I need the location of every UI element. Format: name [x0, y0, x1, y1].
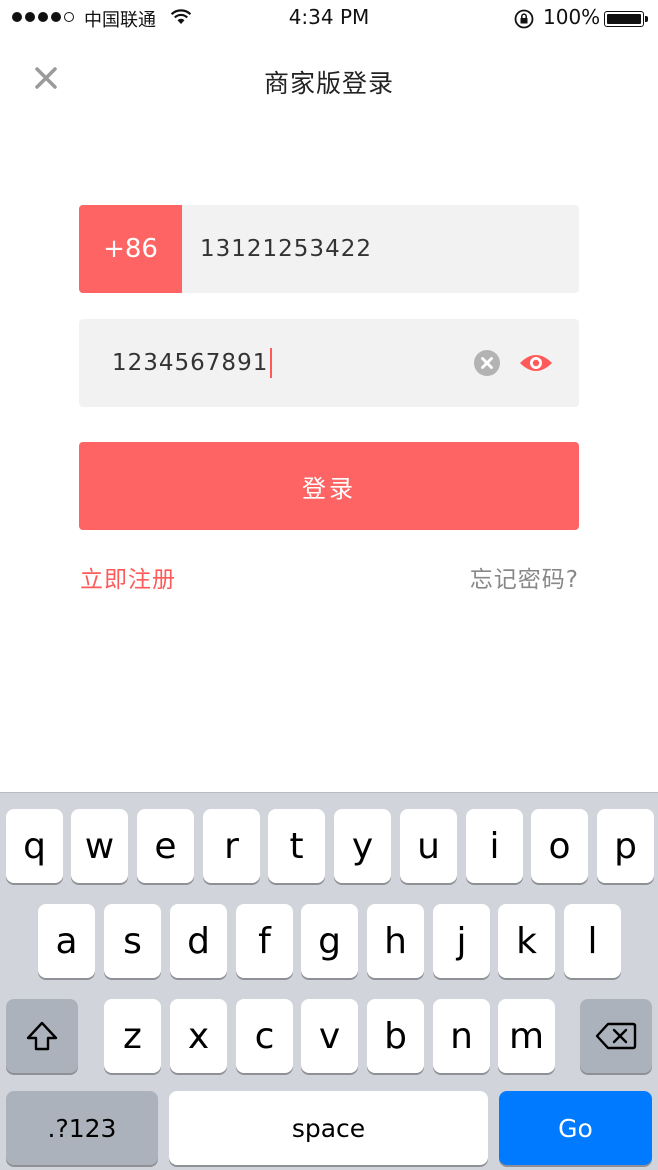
phone-field-row: +86 13121253422 — [79, 205, 579, 293]
key-v[interactable]: v — [301, 999, 358, 1073]
battery-percentage: 100% — [543, 5, 601, 29]
toggle-password-visibility[interactable] — [519, 349, 553, 377]
key-m[interactable]: m — [498, 999, 555, 1073]
go-key[interactable]: Go — [499, 1091, 652, 1165]
eye-icon — [520, 355, 552, 371]
key-p[interactable]: p — [597, 809, 654, 883]
key-w[interactable]: w — [71, 809, 128, 883]
register-link[interactable]: 立即注册 — [80, 560, 176, 594]
country-code-button[interactable]: +86 — [79, 205, 182, 293]
forgot-password-link[interactable]: 忘记密码? — [470, 560, 579, 594]
key-s[interactable]: s — [104, 904, 161, 978]
key-y[interactable]: y — [334, 809, 391, 883]
key-h[interactable]: h — [367, 904, 424, 978]
keyboard: q w e r t y u i o p a s d f g h j k l z … — [0, 792, 658, 1170]
key-g[interactable]: g — [301, 904, 358, 978]
key-q[interactable]: q — [6, 809, 63, 883]
shift-key[interactable] — [6, 999, 78, 1073]
key-d[interactable]: d — [170, 904, 227, 978]
space-key[interactable]: space — [169, 1091, 488, 1165]
page-title: 商家版登录 — [263, 69, 394, 98]
key-e[interactable]: e — [137, 809, 194, 883]
password-field-row[interactable]: 1234567891 — [79, 319, 579, 407]
login-button[interactable]: 登录 — [79, 442, 579, 530]
backspace-icon — [595, 1022, 637, 1050]
key-u[interactable]: u — [400, 809, 457, 883]
backspace-key[interactable] — [580, 999, 652, 1073]
shift-icon — [26, 1021, 58, 1051]
key-r[interactable]: r — [203, 809, 260, 883]
password-input[interactable]: 1234567891 — [112, 319, 273, 407]
key-o[interactable]: o — [531, 809, 588, 883]
key-n[interactable]: n — [433, 999, 490, 1073]
key-k[interactable]: k — [498, 904, 555, 978]
key-x[interactable]: x — [170, 999, 227, 1073]
key-f[interactable]: f — [236, 904, 293, 978]
password-value: 1234567891 — [112, 350, 269, 376]
battery-icon — [604, 11, 648, 27]
clear-icon — [474, 350, 500, 376]
key-a[interactable]: a — [38, 904, 95, 978]
key-i[interactable]: i — [466, 809, 523, 883]
key-l[interactable]: l — [564, 904, 621, 978]
nav-bar: 商家版登录 — [0, 40, 658, 120]
clear-input-button[interactable] — [473, 349, 501, 377]
phone-input[interactable]: 13121253422 — [182, 205, 372, 293]
key-b[interactable]: b — [367, 999, 424, 1073]
rotation-lock-icon — [513, 8, 535, 35]
numbers-key[interactable]: .?123 — [6, 1091, 158, 1165]
key-z[interactable]: z — [104, 999, 161, 1073]
key-j[interactable]: j — [433, 904, 490, 978]
text-caret — [270, 348, 273, 378]
status-bar: 中国联通 4:34 PM 100% — [0, 0, 658, 40]
key-t[interactable]: t — [268, 809, 325, 883]
key-c[interactable]: c — [236, 999, 293, 1073]
